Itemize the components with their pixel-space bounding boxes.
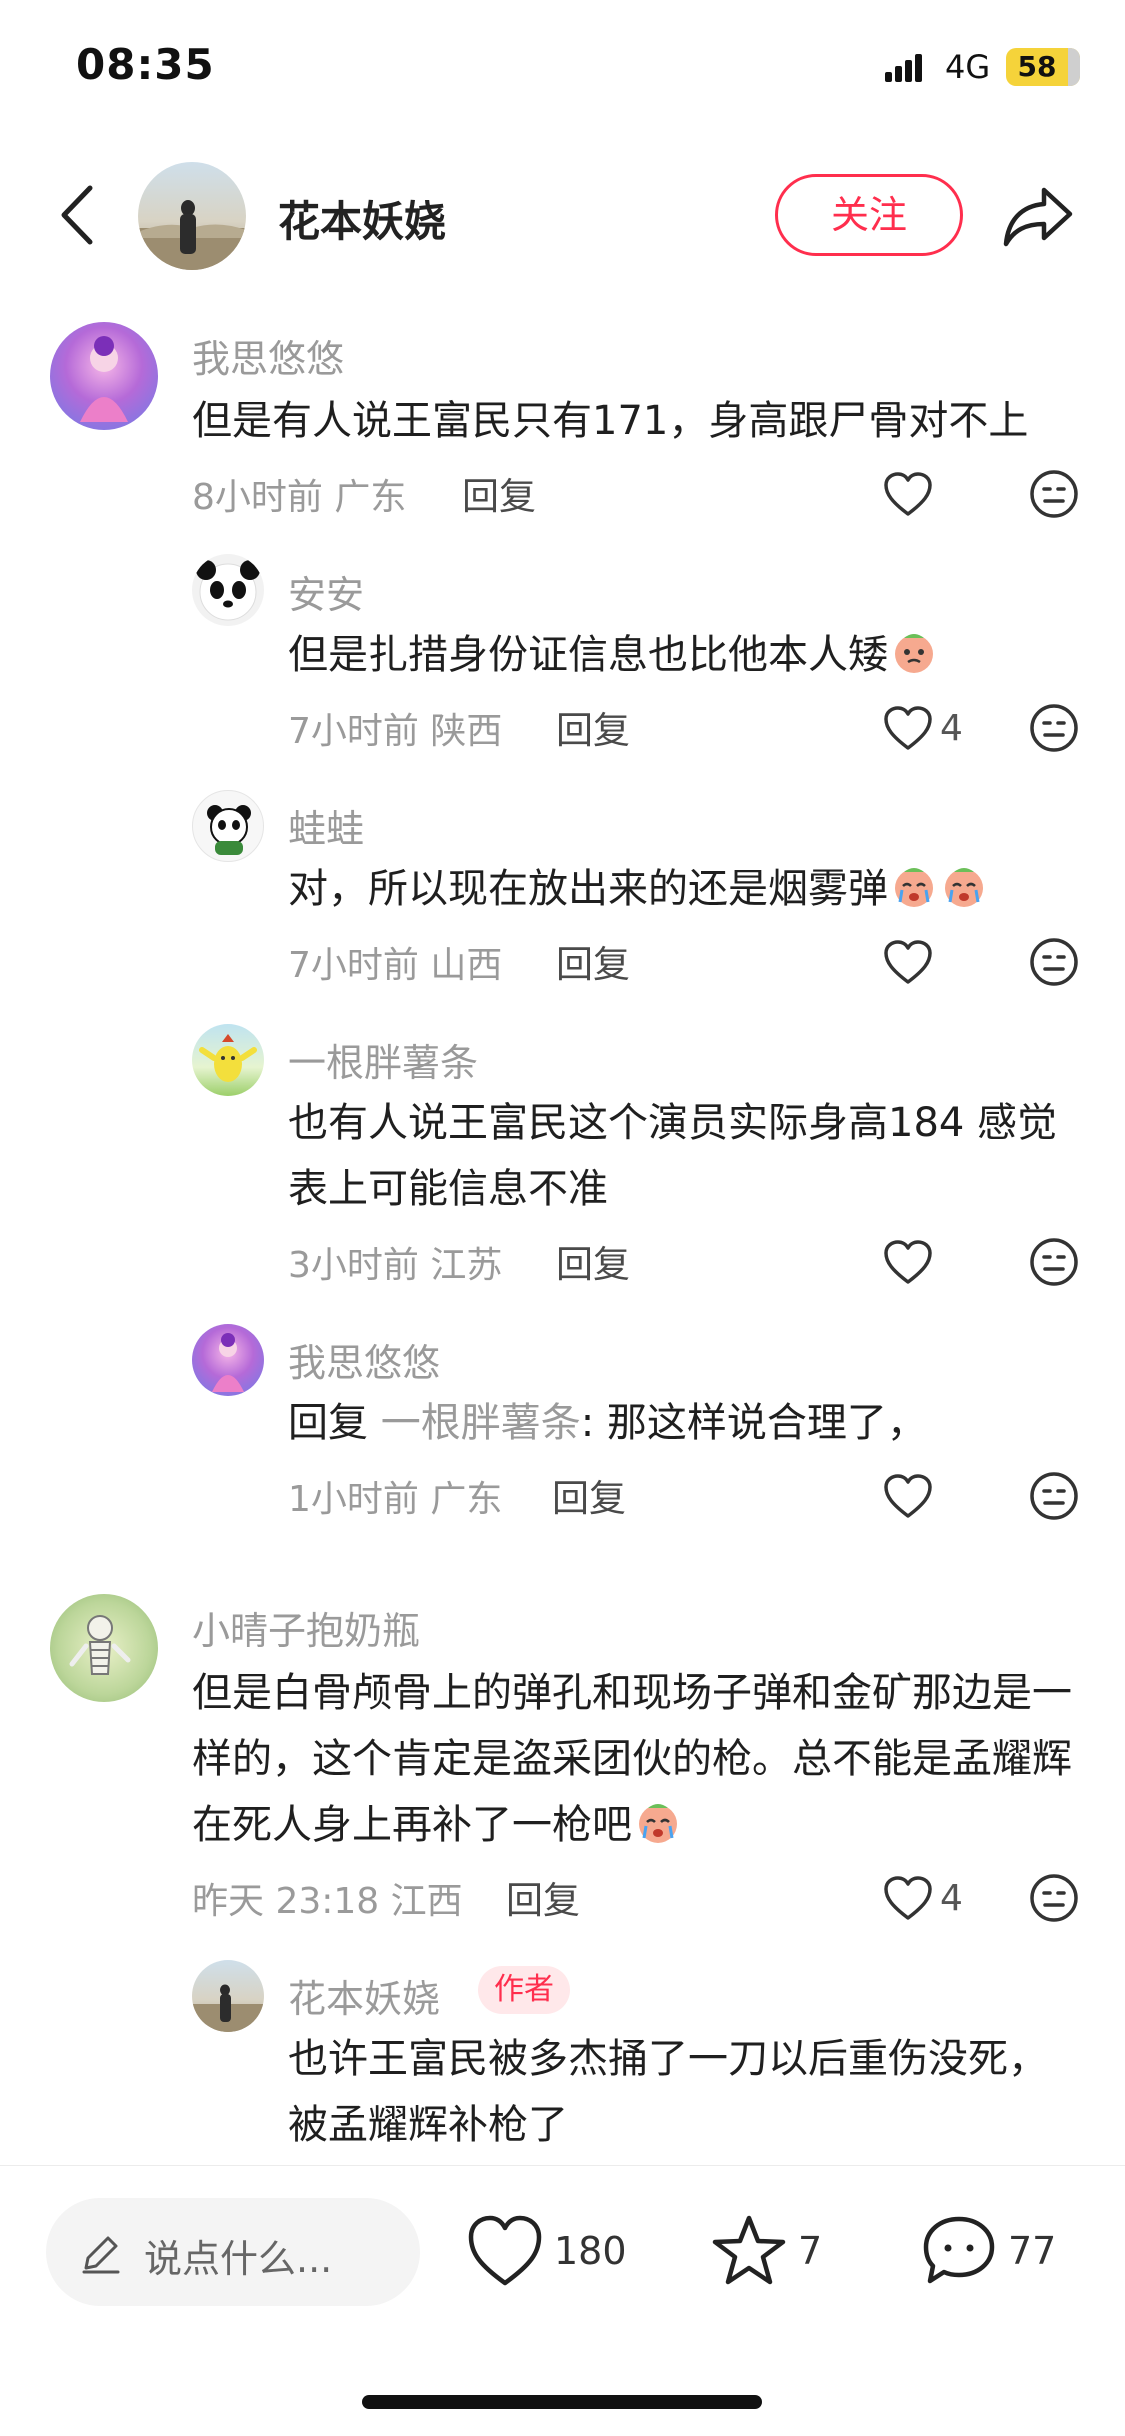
comment-button[interactable]: 77 (920, 2206, 1056, 2296)
like-count: 4 (940, 707, 963, 749)
comment-text: 也许王富民被多杰捅了一刀以后重伤没死，被孟耀辉补枪了 (288, 2036, 1048, 2148)
like-button[interactable] (882, 1234, 934, 1290)
heart-icon (884, 472, 932, 516)
comment-username[interactable]: 安安 (288, 564, 364, 619)
favorite-button[interactable]: 7 (710, 2206, 822, 2296)
avatar[interactable] (192, 1024, 264, 1096)
author-avatar[interactable] (138, 162, 246, 270)
comment-text-content: 对，所以现在放出来的还是烟雾弹 (288, 866, 888, 912)
reply-button[interactable]: 回复 (506, 1870, 580, 1924)
avatar[interactable] (192, 1960, 264, 2032)
home-indicator[interactable] (362, 2395, 762, 2409)
dislike-face-icon[interactable] (1028, 702, 1080, 754)
follow-button[interactable]: 关注 (775, 174, 963, 256)
comment-bubble-icon (923, 2216, 995, 2284)
reply-target-user[interactable]: 一根胖薯条 (381, 1400, 581, 1446)
back-button[interactable] (50, 180, 110, 250)
avatar[interactable] (50, 1594, 158, 1702)
status-bar: 08:35 4G 58 (0, 0, 1125, 140)
comment-username[interactable]: 小晴子抱奶瓶 (192, 1600, 420, 1655)
crying-face-icon (895, 634, 933, 673)
avatar-image (69, 1615, 131, 1675)
star-icon (712, 2215, 786, 2285)
avatar-image (199, 1034, 257, 1082)
avatar[interactable] (50, 322, 158, 430)
avatar-image (196, 560, 260, 621)
reply-button[interactable]: 回复 (552, 1468, 626, 1522)
pencil-icon (82, 2236, 120, 2274)
like-count: 180 (554, 2229, 627, 2273)
comment-time-location: 7小时前 山西 (288, 945, 503, 986)
signal-icon (885, 54, 925, 82)
note-header: 花本妖娆 关注 (0, 150, 1125, 280)
comment-text-content: : 那这样说合理了， (580, 1400, 927, 1446)
author-badge: 作者 (478, 1966, 570, 2014)
comment-username[interactable]: 花本妖娆 (288, 1968, 440, 2023)
comment-username[interactable]: 我思悠悠 (192, 328, 344, 383)
heart-icon (884, 1876, 932, 1920)
battery-icon: 58 (1006, 48, 1080, 86)
reply-button[interactable]: 回复 (556, 1234, 630, 1288)
network-type: 4G (945, 48, 991, 86)
dislike-face-icon[interactable] (1028, 1872, 1080, 1924)
comment-text-content: 但是扎措身份证信息也比他本人矮 (288, 632, 888, 678)
comment-text: 但是有人说王富民只有171，身高跟尸骨对不上 (192, 398, 1029, 444)
comment-count: 77 (1008, 2229, 1057, 2273)
like-button[interactable] (882, 934, 934, 990)
heart-icon (468, 2215, 542, 2286)
heart-icon (884, 1474, 932, 1518)
like-button[interactable] (882, 466, 934, 522)
comment-text: 对，所以现在放出来的还是烟雾弹 (288, 856, 1125, 922)
heart-icon (884, 706, 932, 750)
crying-face-icon (639, 1804, 677, 1843)
avatar-image (212, 1333, 244, 1392)
comment-input-placeholder: 说点什么... (144, 2237, 333, 2281)
avatar-image (207, 805, 251, 855)
like-button[interactable] (882, 1468, 934, 1524)
crying-face-icon (895, 868, 933, 907)
favorite-count: 7 (798, 2229, 823, 2273)
comment-username[interactable]: 一根胖薯条 (288, 1032, 478, 1087)
reply-button[interactable]: 回复 (462, 466, 536, 520)
comment-time-location: 3小时前 江苏 (288, 1245, 503, 1286)
avatar[interactable] (192, 1324, 264, 1396)
comment-input[interactable]: 说点什么... (46, 2198, 420, 2306)
avatar-image (192, 1984, 264, 2032)
reply-button[interactable]: 回复 (556, 934, 630, 988)
like-count: 4 (940, 1877, 963, 1919)
status-time: 08:35 (76, 40, 215, 89)
share-button[interactable] (1000, 180, 1078, 252)
crying-face-icon (945, 868, 983, 907)
comment-time-location: 昨天 23:18 江西 (192, 1881, 463, 1922)
dislike-face-icon[interactable] (1028, 1236, 1080, 1288)
back-icon (61, 185, 93, 245)
avatar[interactable] (192, 554, 264, 626)
comment-time-location: 1小时前 广东 (288, 1479, 503, 1520)
comment-username[interactable]: 我思悠悠 (288, 1332, 440, 1387)
avatar-image (80, 336, 128, 422)
share-icon (1003, 187, 1073, 247)
dislike-face-icon[interactable] (1028, 936, 1080, 988)
dislike-face-icon[interactable] (1028, 468, 1080, 520)
comment-time-location: 7小时前 陕西 (288, 711, 503, 752)
comment-text: 但是扎措身份证信息也比他本人矮 (288, 622, 1125, 688)
avatar-image (138, 200, 246, 270)
like-button[interactable]: 4 (882, 700, 963, 756)
comment-username[interactable]: 蛙蛙 (288, 798, 364, 853)
comment-text: 但是白骨颅骨上的弹孔和现场子弹和金矿那边是一样的，这个肯定是盗采团伙的枪。总不能… (192, 1660, 1072, 1858)
author-name[interactable]: 花本妖娆 (278, 188, 446, 249)
comment-time-location: 8小时前 广东 (192, 477, 407, 518)
reply-button[interactable]: 回复 (556, 700, 630, 754)
comment-text-content: 但是白骨颅骨上的弹孔和现场子弹和金矿那边是一样的，这个肯定是盗采团伙的枪。总不能… (192, 1670, 1072, 1848)
heart-icon (884, 1240, 932, 1284)
like-note-button[interactable]: 180 (466, 2206, 627, 2296)
comment-text: 也有人说王富民这个演员实际身高184 感觉表上可能信息不准 (288, 1100, 1058, 1212)
battery-level: 58 (1017, 50, 1057, 83)
like-button[interactable]: 4 (882, 1870, 963, 1926)
reply-prefix: 回复 (288, 1400, 368, 1446)
comment-text: 回复 一根胖薯条: 那这样说合理了， (288, 1390, 1125, 1456)
avatar[interactable] (192, 790, 264, 862)
heart-icon (884, 940, 932, 984)
dislike-face-icon[interactable] (1028, 1470, 1080, 1522)
